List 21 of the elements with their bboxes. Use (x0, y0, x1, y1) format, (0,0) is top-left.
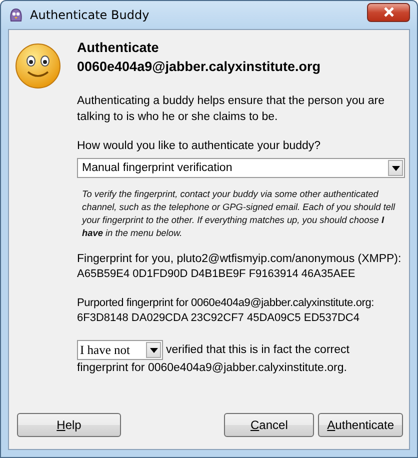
help-button[interactable]: Help (17, 413, 121, 437)
own-fingerprint: A65B59E4 0D1FD90D D4B1BE9F F9163914 46A35AEE (77, 267, 356, 282)
intro-text: Authenticating a buddy helps ensure that the person you are talking to is who he or she claims to be. (77, 94, 386, 125)
close-button[interactable] (367, 2, 410, 22)
verify-text: fingerprint for 0060e404a9@jabber.calyxinstitute.org. (77, 361, 348, 376)
method-label: How would you like to authenticate your buddy? (77, 139, 322, 154)
close-icon (382, 7, 394, 17)
buddy-fingerprint-label: Purported fingerprint for 0060e404a9@jabber.calyxinstitute.org: (77, 296, 375, 311)
cancel-button[interactable]: Cancel (224, 413, 314, 437)
method-dropdown[interactable]: Manual fingerprint verification (77, 158, 405, 178)
window-title: Authenticate Buddy (30, 8, 150, 22)
app-icon (8, 7, 24, 23)
buddy-fingerprint: 6F3D8148 DA029CDA 23C92CF7 45DA09C5 ED537DC4 (77, 311, 360, 326)
verify-text: verified that this is in fact the correct (166, 343, 350, 358)
smiley-icon (14, 42, 62, 90)
instructions-text: To verify the fingerprint, contact your buddy via some other authenticated channel, such as the telephone or GPG-signed email. Each of you should tell your fingerprint to the other. If everything matches up, you should choose I have in the menu below. (82, 188, 396, 240)
heading: 0060e404a9@jabber.calyxinstitute.org (77, 58, 322, 76)
heading: Authenticate (77, 39, 160, 57)
authenticate-button[interactable]: Authenticate (318, 413, 403, 437)
verify-dropdown[interactable]: I have not (77, 340, 163, 360)
own-fingerprint-label: Fingerprint for you, pluto2@wtfismyip.com/anonymous (XMPP): (77, 252, 402, 267)
